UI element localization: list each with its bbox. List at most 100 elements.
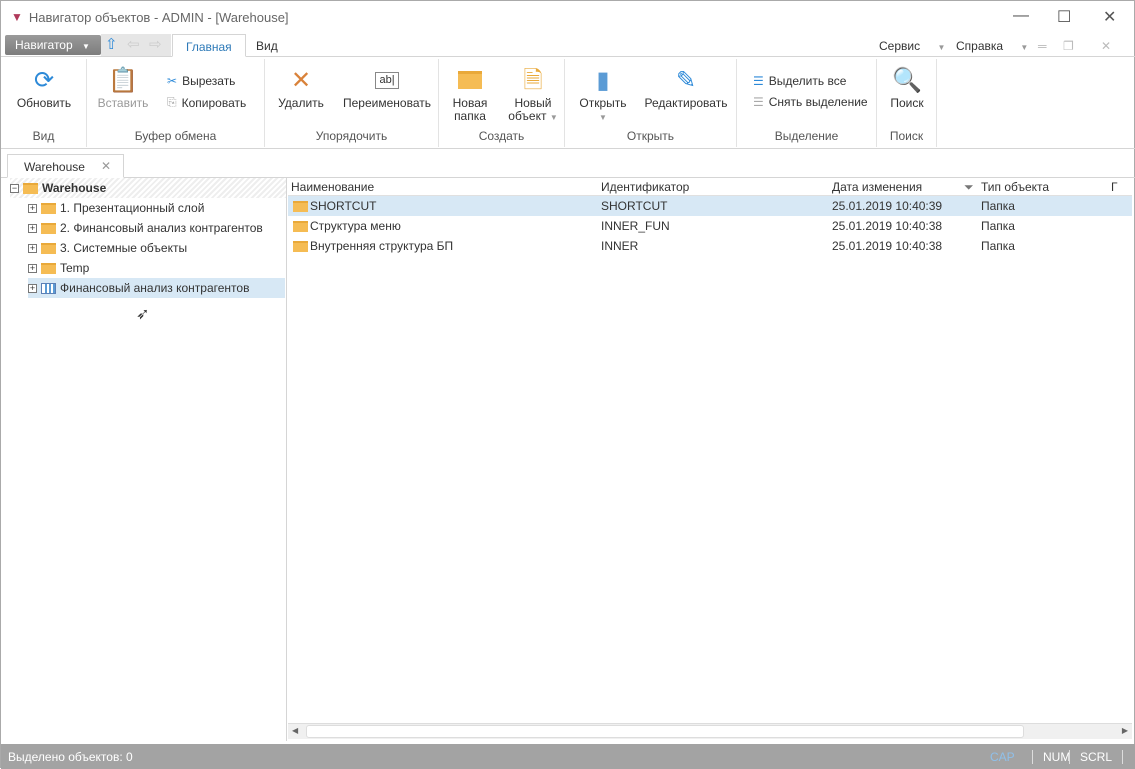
scissors-icon: ✂	[167, 74, 178, 88]
table-row[interactable]: Структура меню INNER_FUN 25.01.2019 10:4…	[288, 216, 1132, 236]
scroll-right-icon[interactable]: ▶	[1122, 726, 1128, 735]
group-view: ⟳ Обновить Вид	[1, 59, 87, 147]
group-label: Поиск	[889, 129, 924, 143]
folder-icon	[41, 202, 56, 214]
help-label: Справка	[956, 39, 1004, 53]
folder-icon	[41, 242, 56, 254]
tree-item[interactable]: +3. Системные объекты	[28, 238, 187, 258]
expand-icon[interactable]: +	[28, 203, 37, 213]
tree-item-selected[interactable]: + Финансовый анализ контрагентов	[28, 278, 285, 298]
cell-type: Папка	[981, 239, 1015, 253]
folder-icon	[41, 222, 56, 234]
deselect-label: Снять выделение	[768, 95, 868, 109]
objects-grid: Наименование Идентификатор Дата изменени…	[288, 178, 1132, 723]
tree-item[interactable]: +2. Финансовый анализ контрагентов	[28, 218, 263, 238]
column-header-name[interactable]: Наименование	[291, 180, 374, 194]
close-button[interactable]: ✕	[1103, 7, 1116, 27]
tree-item-label: Temp	[60, 261, 90, 275]
status-bar: Выделено объектов: 0 CAP NUM SCRL	[1, 744, 1135, 769]
collapse-icon[interactable]: −	[10, 183, 19, 193]
num-indicator: NUM	[1032, 750, 1070, 764]
delete-label: Удалить	[278, 96, 324, 110]
cell-name: Структура меню	[310, 219, 401, 233]
column-header-more[interactable]: Г	[1111, 180, 1118, 194]
new-object-label-2: объект	[508, 109, 547, 123]
refresh-icon: ⟳	[33, 66, 55, 94]
grid-header: Наименование Идентификатор Дата изменени…	[288, 178, 1132, 196]
group-label: Открыть	[626, 129, 675, 143]
new-folder-button[interactable]: Новая папка	[447, 63, 493, 123]
deselect-icon: ☰	[753, 95, 764, 109]
tree-item-label: Финансовый анализ контрагентов	[60, 281, 250, 295]
folder-icon	[447, 63, 493, 97]
cut-button[interactable]: ✂ Вырезать	[167, 74, 235, 88]
folder-icon	[293, 201, 308, 212]
search-button[interactable]: 🔍 Поиск	[883, 63, 931, 110]
up-level-icon[interactable]: ⇧	[105, 35, 118, 53]
table-row[interactable]: Внутренняя структура БП INNER 25.01.2019…	[288, 236, 1132, 256]
doc-tab-warehouse[interactable]: Warehouse ✕	[7, 154, 124, 178]
tree-root[interactable]: − Warehouse	[10, 178, 286, 198]
tree-item[interactable]: +1. Презентационный слой	[28, 198, 204, 218]
tree-item[interactable]: + Temp	[28, 258, 89, 278]
column-header-type[interactable]: Тип объекта	[981, 180, 1049, 194]
new-object-label-1: Новый	[514, 96, 552, 110]
new-folder-label-1: Новая	[452, 96, 488, 110]
scroll-thumb[interactable]	[306, 725, 1024, 738]
cell-name: Внутренняя структура БП	[310, 239, 454, 253]
group-label: Упорядочить	[315, 129, 388, 143]
folder-icon	[293, 241, 308, 252]
horizontal-scrollbar[interactable]: ◀ ▶	[288, 723, 1132, 739]
scrl-indicator: SCRL	[1069, 750, 1124, 764]
mdi-close-icon[interactable]: ✕	[1101, 39, 1111, 53]
group-label: Вид	[32, 129, 55, 143]
select-all-icon: ☰	[753, 74, 764, 88]
maximize-button[interactable]: ☐	[1057, 7, 1071, 27]
deselect-button[interactable]: ☰ Снять выделение	[753, 95, 868, 109]
rename-icon-text: ab|	[375, 71, 399, 89]
cell-date: 25.01.2019 10:40:38	[832, 239, 943, 253]
table-row[interactable]: SHORTCUT SHORTCUT 25.01.2019 10:40:39 Па…	[288, 196, 1132, 216]
forward-icon[interactable]: ⇨	[149, 35, 162, 53]
copy-button[interactable]: ⎘ Копировать	[167, 95, 246, 110]
cell-type: Папка	[981, 219, 1015, 233]
navigator-dropdown[interactable]: Навигатор ▼	[5, 35, 101, 55]
edit-button[interactable]: ✎ Редактировать	[641, 63, 731, 110]
expand-icon[interactable]: +	[28, 263, 37, 273]
mdi-minimize-icon[interactable]: ═	[1038, 39, 1047, 53]
rename-button[interactable]: ab| Переименовать	[339, 63, 435, 110]
paste-icon: 📋	[108, 66, 138, 94]
pencil-icon: ✎	[675, 66, 697, 94]
expand-icon[interactable]: +	[28, 283, 37, 293]
filter-icon[interactable]: ⏷	[964, 180, 974, 195]
tab-home[interactable]: Главная	[172, 34, 246, 57]
refresh-button[interactable]: ⟳ Обновить	[9, 63, 79, 110]
column-header-id[interactable]: Идентификатор	[601, 180, 689, 194]
cell-date: 25.01.2019 10:40:39	[832, 199, 943, 213]
paste-button[interactable]: 📋 Вставить	[93, 63, 153, 110]
column-header-date[interactable]: Дата изменения	[832, 180, 922, 194]
new-object-button[interactable]: 🗎 Новый объект ▼	[505, 63, 561, 124]
minimize-button[interactable]: —	[1013, 7, 1029, 25]
mdi-restore-icon[interactable]: ❐	[1063, 39, 1074, 53]
back-icon[interactable]: ⇦	[127, 35, 140, 53]
service-menu[interactable]: Сервис ▼	[879, 39, 945, 53]
select-all-button[interactable]: ☰ Выделить все	[753, 74, 846, 88]
expand-icon[interactable]: +	[28, 243, 37, 253]
help-menu[interactable]: Справка ▼	[956, 39, 1028, 53]
expand-icon[interactable]: +	[28, 223, 37, 233]
close-tab-icon[interactable]: ✕	[101, 159, 111, 173]
copy-label: Копировать	[181, 95, 247, 110]
scroll-left-icon[interactable]: ◀	[292, 726, 298, 735]
tree-root-label: Warehouse	[42, 181, 107, 195]
group-label: Буфер обмена	[134, 129, 217, 143]
delete-button[interactable]: ✕ Удалить	[273, 63, 329, 110]
app-logo-icon: ▼	[11, 10, 23, 24]
group-open: ▮ Открыть ▼ ✎ Редактировать Открыть	[565, 59, 737, 147]
edit-label: Редактировать	[644, 96, 728, 110]
group-create: Новая папка 🗎 Новый объект ▼ Создать	[439, 59, 565, 147]
group-label: Создать	[478, 129, 525, 143]
tab-view[interactable]: Вид	[243, 34, 291, 57]
select-all-label: Выделить все	[768, 74, 847, 88]
open-button[interactable]: ▮ Открыть ▼	[573, 63, 633, 124]
